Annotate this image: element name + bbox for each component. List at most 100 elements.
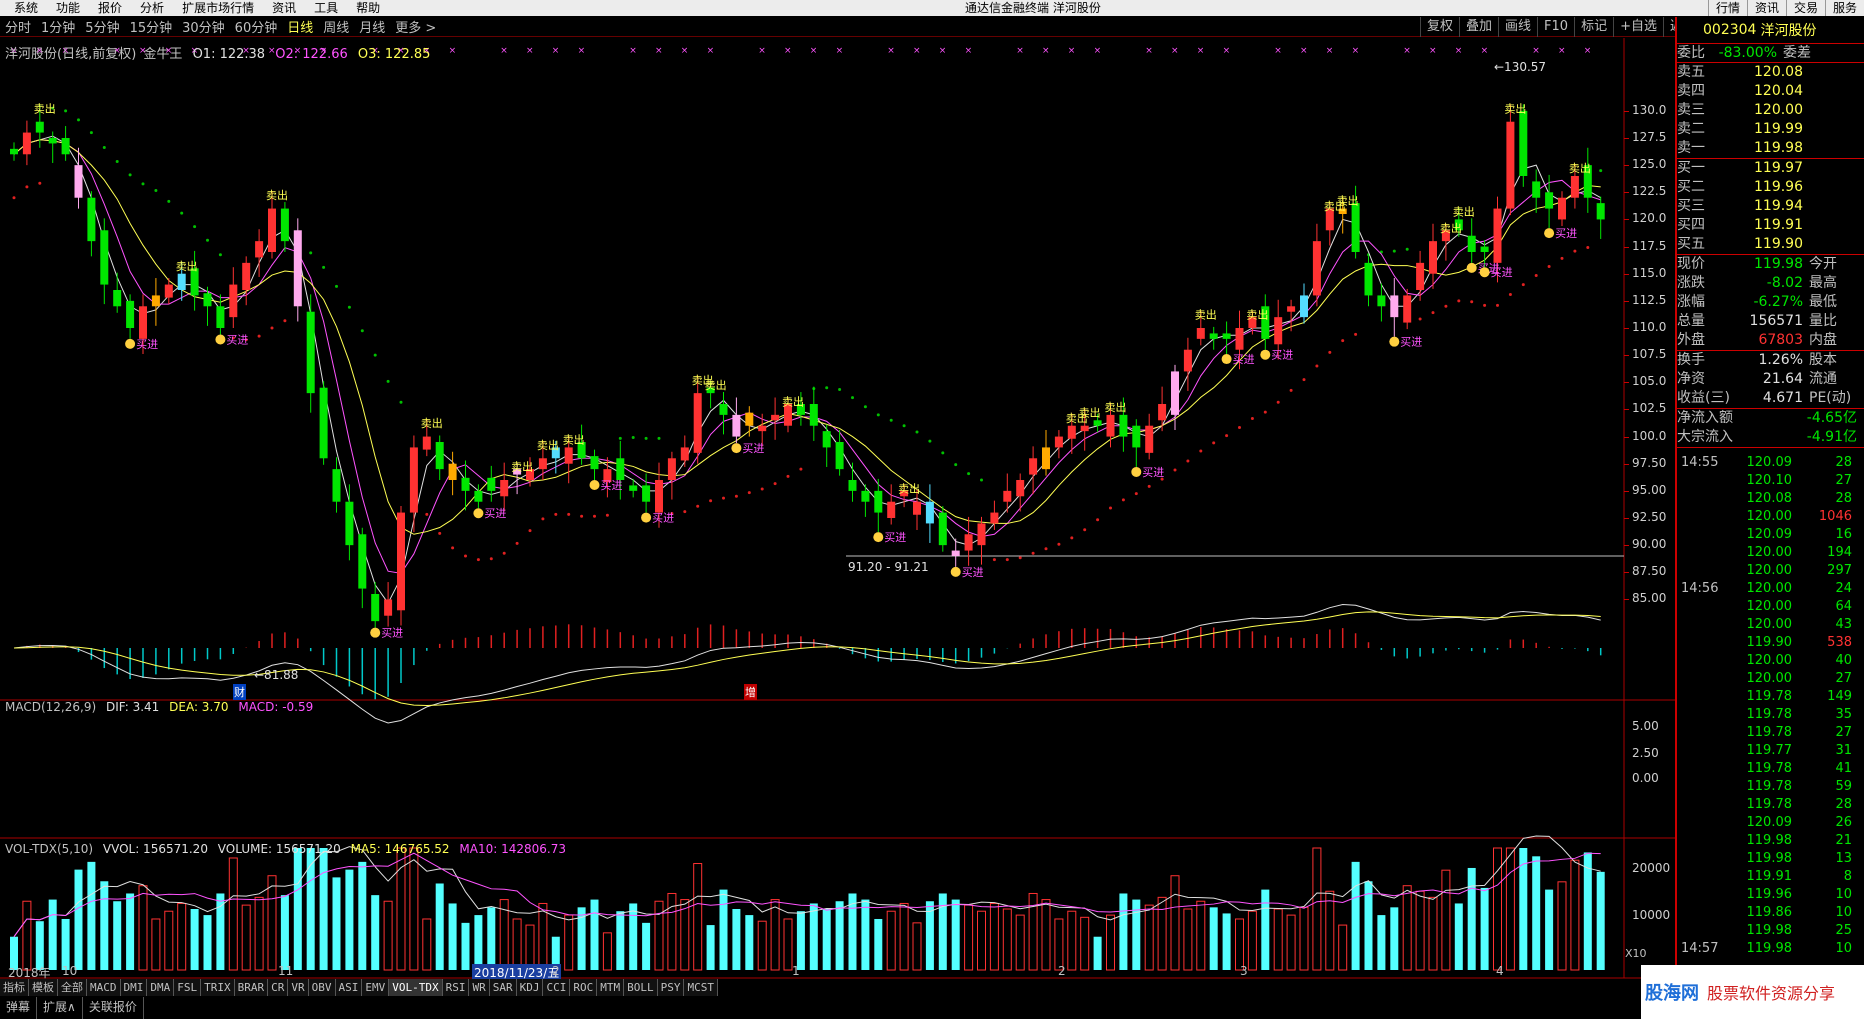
- right-menu-news[interactable]: 资讯: [1746, 0, 1786, 16]
- menu-analysis[interactable]: 分析: [131, 0, 173, 16]
- menu-help[interactable]: 帮助: [347, 0, 389, 16]
- period-tab[interactable]: 15分钟: [125, 17, 178, 36]
- candle: [809, 386, 818, 441]
- tick-volume: 8: [1843, 869, 1852, 884]
- flow-stat-value: -4.65亿: [1806, 410, 1857, 426]
- volume-bar: [1493, 847, 1502, 971]
- sar-dot: [876, 413, 880, 417]
- indicator-tab-roc[interactable]: ROC: [570, 979, 598, 996]
- indicator-tab-boll[interactable]: BOLL: [624, 979, 658, 996]
- indicator-tab-rsi[interactable]: RSI: [442, 979, 470, 996]
- volume-bar: [602, 932, 612, 971]
- star-mark: ×: [887, 46, 895, 56]
- ask-level-value: 119.99: [1754, 121, 1803, 137]
- ma-line-5: [13, 139, 1601, 574]
- menu-news[interactable]: 资讯: [263, 0, 305, 16]
- sar-dot: [928, 439, 932, 443]
- menu-quote[interactable]: 报价: [89, 0, 131, 16]
- sar-dot: [1096, 518, 1100, 522]
- money-bag-icon: [731, 443, 742, 454]
- period-tab[interactable]: 周线: [318, 17, 354, 36]
- candle: [1390, 278, 1399, 337]
- candle: [1209, 326, 1218, 350]
- weibi-row: 委比 -83.00% 委差: [1677, 44, 1864, 63]
- buy-signal: 买进: [641, 512, 674, 525]
- sar-dot: [1199, 449, 1203, 453]
- related-quote-tab[interactable]: 关联报价: [83, 997, 144, 1019]
- indicator-tab-asi[interactable]: ASI: [335, 979, 363, 996]
- candle: [216, 294, 225, 335]
- period-tab[interactable]: 30分钟: [177, 17, 230, 36]
- indicator-tab-trix[interactable]: TRIX: [201, 979, 235, 996]
- tick-time: [1677, 688, 1732, 706]
- fund-stat-value: 4.671: [1762, 390, 1803, 406]
- f10-button[interactable]: F10: [1537, 17, 1574, 37]
- indicator-tab-wr[interactable]: WR: [469, 979, 490, 996]
- period-tab[interactable]: 5分钟: [80, 17, 124, 36]
- period-tab[interactable]: 1分钟: [36, 17, 80, 36]
- indicator-tab-模板[interactable]: 模板: [29, 979, 58, 996]
- period-tab[interactable]: 60分钟: [230, 17, 283, 36]
- indicator-tab-mcst[interactable]: MCST: [684, 979, 718, 996]
- indicator-tab-cci[interactable]: CCI: [543, 979, 571, 996]
- ask-level: 卖四 120.04: [1677, 82, 1864, 101]
- extend-tab[interactable]: 扩展∧: [37, 997, 83, 1019]
- ask-level: 卖三 120.00: [1677, 101, 1864, 120]
- indicator-tab-psy[interactable]: PSY: [657, 979, 685, 996]
- quote-stat-label: 现价: [1677, 256, 1705, 272]
- indicator-tab-fsl[interactable]: FSL: [174, 979, 202, 996]
- add-watchlist-button[interactable]: +自选: [1613, 17, 1663, 37]
- tick-row: 120.08 28: [1677, 490, 1864, 508]
- period-tab[interactable]: 分时: [0, 17, 36, 36]
- menu-extended-market[interactable]: 扩展市场行情: [173, 0, 263, 16]
- menu-function[interactable]: 功能: [47, 0, 89, 16]
- menu-tools[interactable]: 工具: [305, 0, 347, 16]
- danmu-tab[interactable]: 弹幕: [0, 997, 38, 1019]
- indicator-tab-vol-tdx[interactable]: VOL-TDX: [389, 979, 443, 996]
- restore-rights-button[interactable]: 复权: [1420, 17, 1459, 37]
- candle: [1016, 473, 1025, 512]
- candle: [925, 484, 934, 543]
- right-menu-service[interactable]: 服务: [1824, 0, 1864, 16]
- sar-dot: [1573, 249, 1577, 253]
- macd-tick-label: 2.50: [1632, 746, 1659, 760]
- period-tab-daily[interactable]: 日线: [282, 17, 318, 36]
- fund-stat-label2: 流通: [1809, 371, 1837, 387]
- indicator-tab-sar[interactable]: SAR: [489, 979, 517, 996]
- indicator-tab-cr[interactable]: CR: [268, 979, 289, 996]
- sell-signal: 卖出: [898, 481, 920, 495]
- indicator-tab-brar[interactable]: BRAR: [234, 979, 269, 996]
- indicator-tab-dma[interactable]: DMA: [147, 979, 175, 996]
- overlay-button[interactable]: 叠加: [1459, 17, 1498, 37]
- indicator-tab-dmi[interactable]: DMI: [120, 979, 148, 996]
- indicator-tab-全部[interactable]: 全部: [58, 979, 87, 996]
- ask-level-value: 120.00: [1754, 102, 1803, 118]
- volume-bar: [228, 857, 238, 971]
- period-more[interactable]: 更多 >: [390, 17, 441, 36]
- sar-dot: [1521, 283, 1525, 287]
- indicator-tab-指标[interactable]: 指标: [0, 979, 29, 996]
- draw-line-button[interactable]: 画线: [1498, 17, 1537, 37]
- tick-volume: 16: [1835, 527, 1852, 542]
- right-menu-market[interactable]: 行情: [1707, 0, 1747, 16]
- menu-system[interactable]: 系统: [0, 0, 47, 16]
- quote-stat-label: 总量: [1677, 313, 1705, 329]
- indicator-tab-macd[interactable]: MACD: [87, 979, 121, 996]
- indicator-tab-obv[interactable]: OBV: [308, 979, 336, 996]
- o1-value: O1: 122.38: [192, 47, 266, 62]
- period-tab[interactable]: 月线: [354, 17, 390, 36]
- indicator-tab-emv[interactable]: EMV: [362, 979, 390, 996]
- tick-time: [1677, 922, 1732, 940]
- candle: [332, 457, 341, 513]
- indicator-tab-kdj[interactable]: KDJ: [516, 979, 544, 996]
- sar-dot: [1044, 547, 1048, 551]
- mark-button[interactable]: 标记: [1574, 17, 1613, 37]
- price-tick-mark: [1624, 572, 1629, 574]
- candle: [151, 278, 160, 326]
- indicator-tab-vr[interactable]: VR: [288, 979, 309, 996]
- right-menu-trade[interactable]: 交易: [1785, 0, 1825, 16]
- indicator-tab-mtm[interactable]: MTM: [597, 979, 625, 996]
- tick-price: 119.78: [1746, 761, 1793, 776]
- sar-dot: [373, 353, 377, 357]
- fund-flow: 净流入额 -4.65亿 大宗流入 -4.91亿: [1677, 408, 1864, 447]
